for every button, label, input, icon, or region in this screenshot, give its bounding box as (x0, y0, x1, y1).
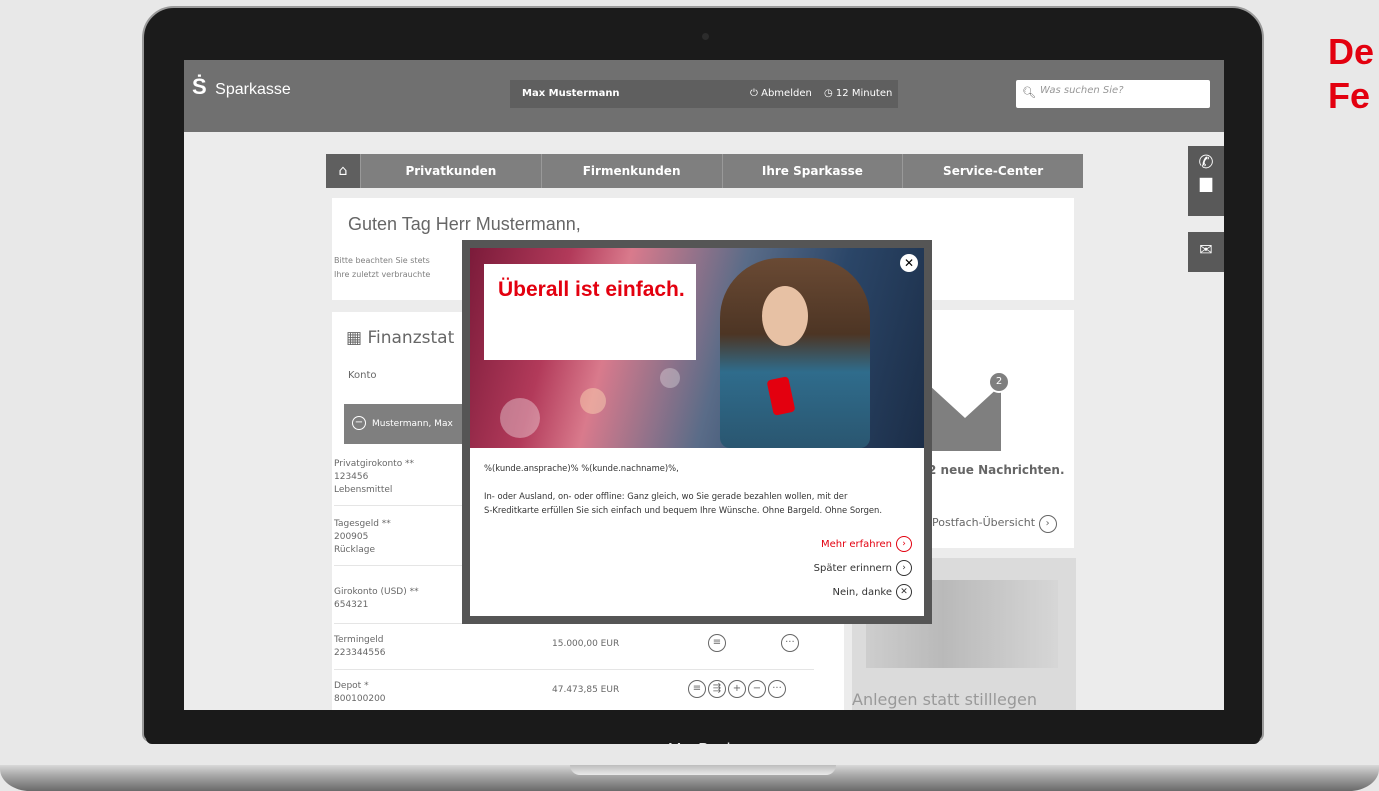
side-headline: De Fe (1328, 31, 1375, 116)
more-info-label: Mehr erfahren (820, 538, 892, 550)
chevron-right-icon: › (896, 560, 912, 576)
hero-person (720, 258, 870, 448)
laptop-notch (570, 765, 836, 775)
modal-body-line-2: S-Kreditkarte erfüllen Sie sich einfach … (484, 505, 883, 515)
no-thanks-label: Nein, danke (832, 586, 892, 598)
remind-later-button[interactable]: Später erinnern › (814, 560, 912, 576)
headline-box: Überall ist einfach. (484, 264, 696, 360)
close-circle-icon: ✕ (896, 584, 912, 600)
screen: Ṡ Sparkasse Max Mustermann ⏻ Abmelden ◷ … (184, 60, 1224, 710)
bokeh (580, 388, 606, 414)
hero-face (762, 286, 808, 346)
no-thanks-button[interactable]: Nein, danke ✕ (832, 584, 912, 600)
modal-headline: Überall ist einfach. (498, 278, 685, 301)
remind-later-label: Später erinnern (813, 562, 892, 574)
laptop-brand: MacBook (668, 741, 735, 758)
promo-modal: Überall ist einfach. ✕ %(kunde.ansprache… (470, 248, 924, 616)
modal-hero-image: Überall ist einfach. ✕ (470, 248, 924, 448)
bokeh (500, 398, 540, 438)
modal-body-line-1: In- oder Ausland, on- oder offline: Ganz… (484, 491, 848, 501)
camera (702, 33, 709, 40)
bokeh (660, 368, 680, 388)
laptop-chin (146, 710, 1260, 744)
more-info-button[interactable]: Mehr erfahren › (821, 536, 912, 552)
modal-salutation: %(kunde.ansprache)% %(kunde.nachname)%, (484, 463, 679, 473)
close-icon[interactable]: ✕ (900, 254, 918, 272)
chevron-right-icon: › (896, 536, 912, 552)
